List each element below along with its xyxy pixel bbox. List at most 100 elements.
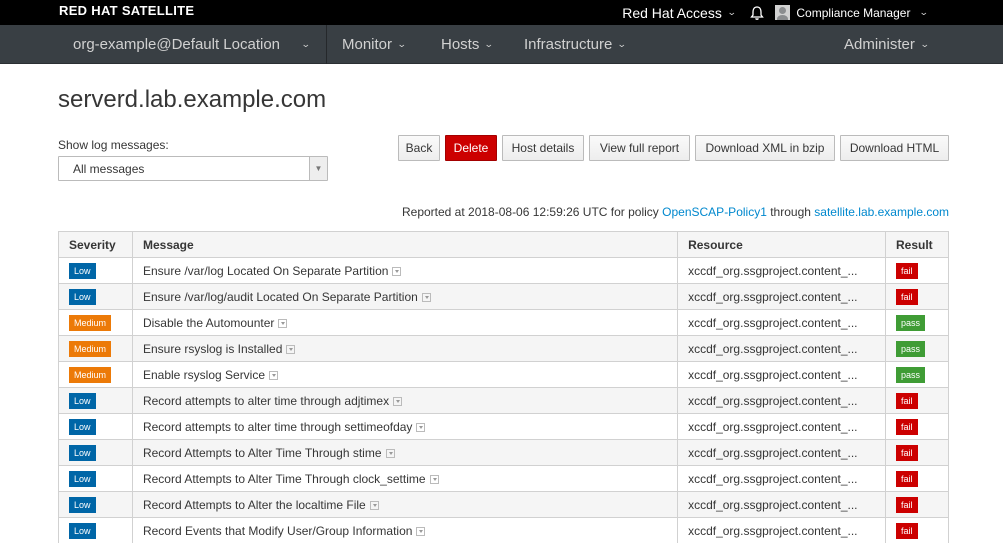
message-cell: Record Attempts to Alter Time Through cl…: [131, 465, 679, 492]
table-row: Medium Disable the Automounter xccdf_org.s…: [58, 309, 949, 336]
nav-monitor[interactable]: Monitor ⌄: [342, 25, 407, 64]
resource-cell: xccdf_org.ssgproject.content_...: [677, 335, 886, 362]
table-row: Low Record Attempts to Alter the localtim…: [58, 491, 949, 518]
table-row: Medium Enable rsyslog Service xccdf_org.ss…: [58, 361, 949, 388]
nav-infrastructure[interactable]: Infrastructure ⌄: [524, 25, 628, 64]
result-badge: fail: [896, 522, 918, 539]
chevron-down-icon: ⌄: [919, 7, 930, 17]
expand-details-icon[interactable]: [421, 292, 431, 302]
table-row: Low Ensure /var/log Located On Separate P…: [58, 257, 949, 284]
result-badge: fail: [896, 262, 918, 279]
column-header-message[interactable]: Message: [131, 231, 679, 258]
proxy-link[interactable]: satellite.lab.example.com: [814, 205, 949, 219]
message-text: Enable rsyslog Service: [142, 367, 266, 382]
red-hat-access-label: Red Hat Access: [622, 4, 722, 21]
result-cell: pass: [885, 309, 949, 336]
result-cell: fail: [885, 439, 949, 466]
expand-details-icon[interactable]: [269, 370, 279, 380]
org-location-switcher[interactable]: org-example@Default Location ⌄: [73, 25, 311, 64]
column-header-severity[interactable]: Severity: [58, 231, 133, 258]
result-cell: fail: [885, 491, 949, 518]
avatar: [775, 5, 791, 20]
table-row: Low Record attempts to alter time through…: [58, 387, 949, 414]
policy-link[interactable]: OpenSCAP-Policy1: [662, 205, 767, 219]
expand-details-icon[interactable]: [385, 448, 395, 458]
expand-details-icon[interactable]: [369, 500, 379, 510]
org-label: org-example@Default Location: [73, 36, 281, 53]
user-menu[interactable]: Compliance Manager ⌄: [775, 5, 930, 20]
chevron-down-icon: ⌄: [919, 39, 930, 49]
caret-down-icon: ▼: [309, 157, 327, 180]
message-cell: Record attempts to alter time through ad…: [131, 387, 679, 414]
chevron-down-icon: ⌄: [726, 7, 737, 17]
severity-cell: Low: [58, 491, 133, 518]
severity-cell: Low: [58, 517, 133, 543]
column-header-result[interactable]: Result: [885, 231, 949, 258]
table-body: Low Ensure /var/log Located On Separate P…: [58, 257, 949, 543]
message-cell: Ensure rsyslog is Installed: [131, 335, 679, 362]
expand-details-icon[interactable]: [392, 266, 402, 276]
chevron-down-icon: ⌄: [484, 39, 495, 49]
table-row: Low Record Events that Modify User/Group …: [58, 517, 949, 543]
chevron-down-icon: ⌄: [617, 39, 628, 49]
notification-bell-icon[interactable]: [749, 5, 765, 21]
severity-badge: Low: [69, 522, 96, 539]
expand-details-icon[interactable]: [278, 318, 288, 328]
host-details-button[interactable]: Host details: [502, 135, 584, 161]
result-cell: pass: [885, 335, 949, 362]
resource-cell: xccdf_org.ssgproject.content_...: [677, 257, 886, 284]
result-cell: fail: [885, 257, 949, 284]
nav-hosts[interactable]: Hosts ⌄: [441, 25, 495, 64]
resource-cell: xccdf_org.ssgproject.content_...: [677, 439, 886, 466]
severity-cell: Low: [58, 387, 133, 414]
message-text: Ensure /var/log Located On Separate Part…: [142, 263, 389, 278]
table-row: Low Record Attempts to Alter Time Through…: [58, 465, 949, 492]
message-text: Disable the Automounter: [142, 315, 275, 330]
nav-administer[interactable]: Administer ⌄: [844, 25, 930, 64]
message-cell: Record Attempts to Alter Time Through st…: [131, 439, 679, 466]
severity-badge: Low: [69, 262, 96, 279]
nav-administer-label: Administer: [844, 36, 915, 53]
result-badge: fail: [896, 288, 918, 305]
message-text: Record attempts to alter time through se…: [142, 419, 413, 434]
view-full-report-button[interactable]: View full report: [589, 135, 690, 161]
expand-details-icon[interactable]: [416, 526, 426, 536]
expand-details-icon[interactable]: [393, 396, 403, 406]
table-row: Medium Ensure rsyslog is Installed xccdf_o…: [58, 335, 949, 362]
page-title: serverd.lab.example.com: [58, 86, 327, 113]
log-filter-select[interactable]: All messages ▼: [58, 156, 328, 181]
brand-logo[interactable]: RED HAT SATELLITE: [59, 3, 194, 18]
message-text: Ensure rsyslog is Installed: [142, 341, 283, 356]
result-cell: fail: [885, 283, 949, 310]
expand-details-icon[interactable]: [416, 422, 426, 432]
back-button[interactable]: Back: [398, 135, 440, 161]
log-filter-label: Show log messages:: [58, 138, 169, 152]
download-xml-button[interactable]: Download XML in bzip: [695, 135, 835, 161]
message-cell: Disable the Automounter: [131, 309, 679, 336]
log-table: Severity Message Resource Result Low Ensu…: [58, 231, 949, 543]
resource-cell: xccdf_org.ssgproject.content_...: [677, 283, 886, 310]
download-html-button[interactable]: Download HTML: [840, 135, 949, 161]
expand-details-icon[interactable]: [429, 474, 439, 484]
resource-cell: xccdf_org.ssgproject.content_...: [677, 517, 886, 543]
result-badge: fail: [896, 444, 918, 461]
column-header-resource[interactable]: Resource: [677, 231, 886, 258]
chevron-down-icon: ⌄: [396, 39, 407, 49]
result-badge: fail: [896, 496, 918, 513]
expand-details-icon[interactable]: [286, 344, 296, 354]
top-right-menu: Red Hat Access ⌄ Compliance Manager ⌄: [622, 0, 1003, 25]
delete-button[interactable]: Delete: [445, 135, 497, 161]
red-hat-access-menu[interactable]: Red Hat Access ⌄: [622, 4, 737, 21]
result-badge: fail: [896, 418, 918, 435]
severity-badge: Low: [69, 392, 96, 409]
report-info: Reported at 2018-08-06 12:59:26 UTC for …: [402, 205, 949, 219]
result-cell: fail: [885, 465, 949, 492]
severity-cell: Medium: [58, 309, 133, 336]
message-cell: Record Attempts to Alter the localtime F…: [131, 491, 679, 518]
severity-badge: Low: [69, 444, 96, 461]
severity-cell: Low: [58, 439, 133, 466]
message-text: Record Attempts to Alter the localtime F…: [142, 497, 366, 512]
severity-badge: Low: [69, 470, 96, 487]
resource-cell: xccdf_org.ssgproject.content_...: [677, 491, 886, 518]
top-bar: RED HAT SATELLITE Red Hat Access ⌄ Compl…: [0, 0, 1003, 25]
